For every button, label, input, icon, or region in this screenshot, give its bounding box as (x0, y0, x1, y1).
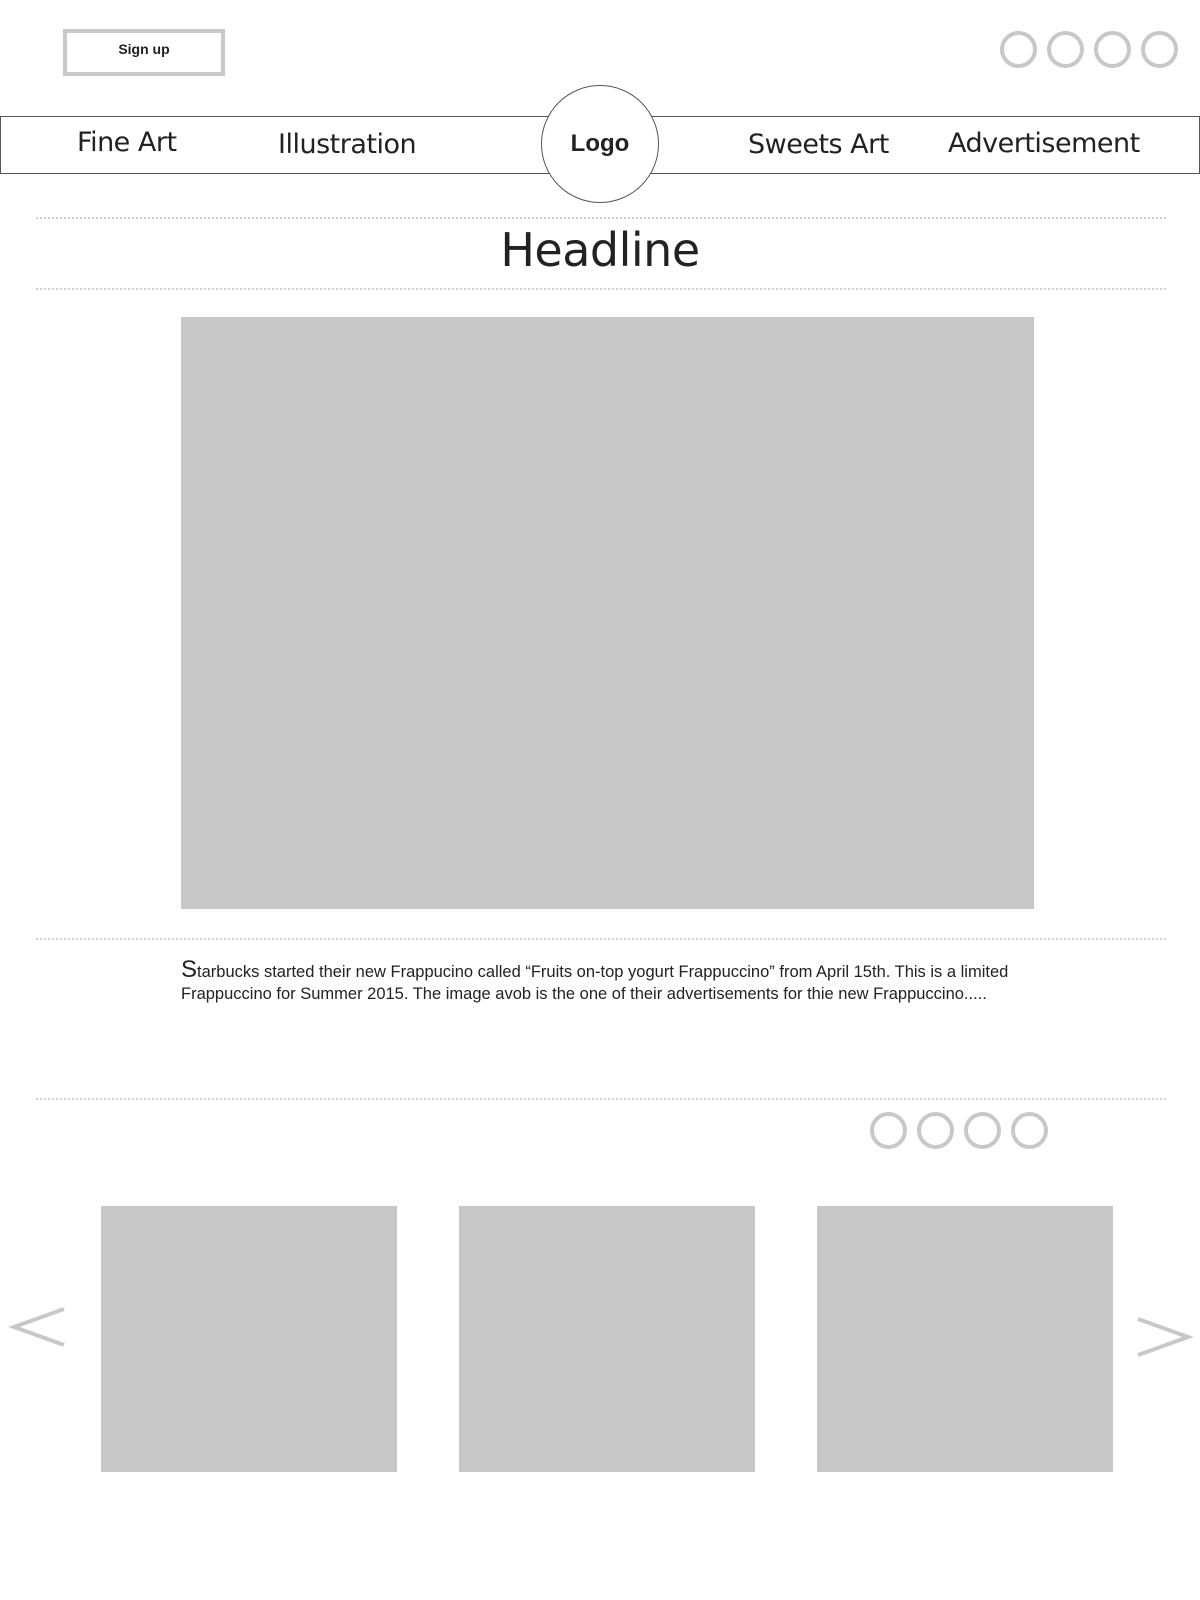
carousel-thumbnail[interactable] (459, 1206, 755, 1472)
hero-image-placeholder (181, 317, 1034, 909)
article-drop-cap: S (181, 956, 198, 983)
signup-button[interactable]: Sign up (63, 29, 225, 76)
social-icons-bottom (870, 1112, 1048, 1149)
divider (36, 1098, 1166, 1100)
article-body: Starbucks started their new Frappucino c… (181, 958, 1021, 1005)
divider (36, 938, 1166, 940)
page-headline: Headline (500, 223, 700, 277)
nav-item-illustration[interactable]: Illustration (278, 119, 417, 174)
nav-item-advertisement[interactable]: Advertisement (948, 118, 1140, 173)
nav-item-fine-art[interactable]: Fine Art (77, 117, 177, 172)
social-circle-icon[interactable] (1141, 31, 1178, 68)
social-circle-icon[interactable] (1000, 31, 1037, 68)
logo[interactable]: Logo (541, 85, 659, 203)
carousel-thumbnail[interactable] (817, 1206, 1113, 1472)
article-body-text: tarbucks started their new Frappucino ca… (181, 963, 1009, 1003)
social-icons-top (1000, 31, 1178, 68)
divider (36, 288, 1166, 290)
share-circle-icon[interactable] (964, 1112, 1001, 1149)
social-circle-icon[interactable] (1094, 31, 1131, 68)
nav-item-sweets-art[interactable]: Sweets Art (748, 119, 889, 174)
share-circle-icon[interactable] (870, 1112, 907, 1149)
chevron-right-icon[interactable] (1134, 1313, 1194, 1363)
chevron-left-icon[interactable] (8, 1303, 68, 1353)
share-circle-icon[interactable] (1011, 1112, 1048, 1149)
social-circle-icon[interactable] (1047, 31, 1084, 68)
share-circle-icon[interactable] (917, 1112, 954, 1149)
carousel-thumbnail[interactable] (101, 1206, 397, 1472)
divider (36, 217, 1166, 219)
